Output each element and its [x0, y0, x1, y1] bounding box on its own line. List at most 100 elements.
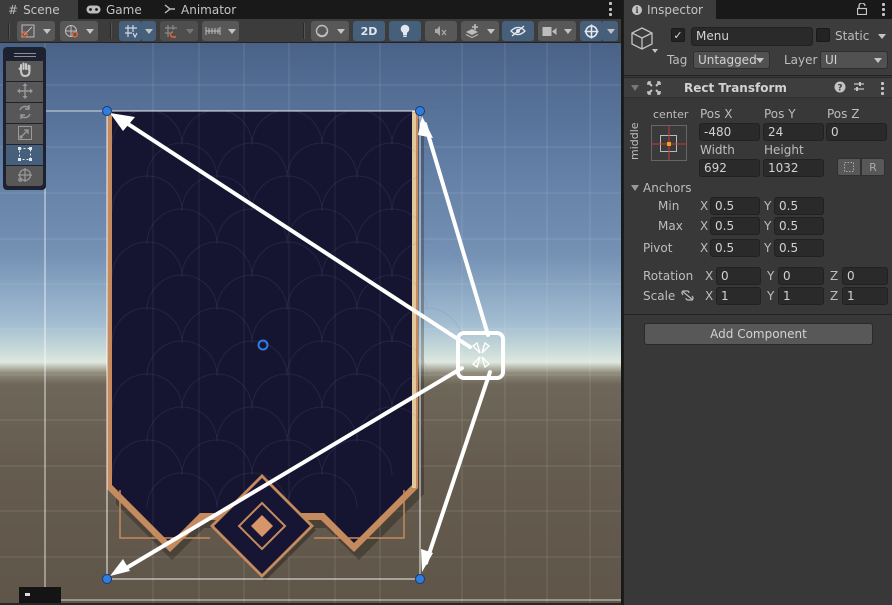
component-more-menu-icon[interactable]: [881, 82, 884, 95]
help-icon[interactable]: ?: [834, 81, 846, 96]
increment-snap-dropdown[interactable]: [160, 21, 198, 41]
tab-inspector[interactable]: i Inspector: [624, 0, 716, 19]
scale-x-field[interactable]: 1: [716, 287, 761, 305]
svg-text:?: ?: [837, 83, 842, 93]
layer-label: Layer: [784, 53, 818, 67]
rect-handle-bottom-right[interactable]: [415, 574, 425, 584]
eye-slash-icon: [510, 25, 526, 37]
hidden-objects-toggle[interactable]: [502, 21, 534, 41]
tab-game-label: Game: [106, 2, 142, 17]
constrain-proportions-icon[interactable]: [681, 290, 694, 304]
rect-transform-header[interactable]: Rect Transform ?: [624, 77, 892, 98]
tab-animator[interactable]: Animator: [156, 0, 256, 19]
hand-icon: [18, 62, 32, 80]
pivot-label: Pivot: [643, 241, 673, 255]
static-dropdown-icon[interactable]: [878, 34, 886, 39]
anchor-preset-h-label: center: [653, 108, 689, 121]
width-field[interactable]: 692: [699, 159, 760, 177]
effects-dropdown[interactable]: [461, 21, 499, 41]
chevron-down-icon: [487, 28, 496, 34]
rect-tool-icon: [17, 146, 33, 165]
blueprint-mode-button[interactable]: [837, 158, 861, 176]
scale-icon: [17, 125, 32, 143]
tool-handle-rotation-dropdown[interactable]: [60, 21, 98, 41]
audio-mute-icon: [434, 25, 448, 37]
gamepad-icon: [86, 3, 101, 17]
static-checkbox[interactable]: [816, 28, 830, 42]
anchor-min-y-field[interactable]: 0.5: [774, 197, 824, 215]
chevron-down-icon: [227, 28, 236, 34]
anchor-min-x-field[interactable]: 0.5: [710, 197, 760, 215]
anchor-preset-icon: [652, 126, 686, 160]
chevron-down-icon: [606, 28, 615, 34]
anchor-presets-button[interactable]: [651, 125, 687, 161]
animator-icon: [164, 3, 176, 17]
raw-edit-button[interactable]: R: [861, 158, 885, 176]
gizmos-toggle[interactable]: [580, 21, 603, 41]
draw-mode-dropdown[interactable]: [311, 21, 349, 41]
foldout-arrow-icon[interactable]: [631, 85, 639, 91]
anchors-foldout-icon[interactable]: [631, 185, 639, 191]
height-label: Height: [764, 143, 804, 157]
tab-game[interactable]: Game: [78, 0, 162, 19]
pos-y-field[interactable]: 24: [763, 123, 824, 141]
gizmos-dropdown[interactable]: [603, 21, 618, 41]
palette-drag-handle[interactable]: [6, 50, 43, 60]
lock-icon[interactable]: [856, 2, 868, 18]
gameobject-name-field[interactable]: Menu: [691, 27, 813, 46]
rect-handle-top-left[interactable]: [102, 106, 112, 116]
chevron-down-icon: [564, 28, 573, 34]
toolbar-divider: [8, 23, 10, 39]
transform-icon: [17, 167, 33, 186]
presets-sliders-icon[interactable]: [853, 81, 865, 96]
frame-highlight: [412, 111, 416, 488]
rotation-x-field[interactable]: 0: [716, 267, 761, 285]
anchor-gizmo[interactable]: [456, 331, 505, 380]
transform-tool-button[interactable]: [6, 166, 43, 186]
overlay-chip[interactable]: [19, 587, 61, 603]
scene-viewport[interactable]: [0, 43, 621, 603]
active-checkbox[interactable]: ✓: [671, 28, 685, 42]
hand-tool-button[interactable]: [6, 61, 43, 81]
grid-snapping-dropdown[interactable]: [142, 21, 156, 41]
grid-visibility-dropdown[interactable]: [202, 21, 239, 41]
inspector-more-menu-icon[interactable]: [882, 3, 885, 16]
tag-dropdown[interactable]: Untagged: [693, 51, 770, 69]
scene-panel: # Scene Game Animator 2D: [0, 0, 621, 605]
rect-handle-bottom-left[interactable]: [102, 574, 112, 584]
pos-y-label: Pos Y: [764, 107, 796, 121]
audio-toggle[interactable]: [425, 21, 457, 41]
rotation-z-field[interactable]: 0: [842, 267, 888, 285]
scale-tool-button[interactable]: [6, 124, 43, 144]
inspector-tab-label: Inspector: [647, 2, 703, 17]
gameobject-cube-icon[interactable]: [631, 27, 653, 54]
rotate-tool-button[interactable]: [6, 103, 43, 123]
rotation-y-field[interactable]: 0: [778, 267, 824, 285]
x-label: X: [700, 219, 709, 233]
move-tool-button[interactable]: [6, 82, 43, 102]
grid-snapping-toggle[interactable]: [119, 21, 142, 41]
rect-handle-top-right[interactable]: [415, 106, 425, 116]
component-divider: [624, 314, 892, 315]
height-field[interactable]: 1032: [763, 159, 824, 177]
icon-dropdown-caret[interactable]: [652, 49, 658, 53]
scene-more-menu-icon[interactable]: [607, 2, 613, 16]
pos-x-field[interactable]: -480: [699, 123, 760, 141]
rect-tool-button[interactable]: [6, 145, 43, 165]
layer-dropdown[interactable]: UI: [820, 51, 888, 69]
pivot-x-field[interactable]: 0.5: [710, 239, 760, 257]
scale-z-field[interactable]: 1: [842, 287, 888, 305]
anchor-max-x-field[interactable]: 0.5: [710, 217, 760, 235]
add-component-button[interactable]: Add Component: [644, 323, 873, 345]
tab-scene[interactable]: # Scene: [0, 0, 78, 19]
scale-y-field[interactable]: 1: [778, 287, 824, 305]
snap-increment-icon: [164, 24, 178, 38]
pos-z-field[interactable]: 0: [826, 123, 887, 141]
2d-mode-toggle[interactable]: 2D: [353, 21, 385, 41]
anchor-max-y-field[interactable]: 0.5: [774, 217, 824, 235]
camera-settings-dropdown[interactable]: [538, 21, 576, 41]
y-label: Y: [764, 241, 772, 255]
tool-handle-position-dropdown[interactable]: [17, 21, 55, 41]
pivot-y-field[interactable]: 0.5: [774, 239, 824, 257]
lighting-toggle[interactable]: [389, 21, 421, 41]
